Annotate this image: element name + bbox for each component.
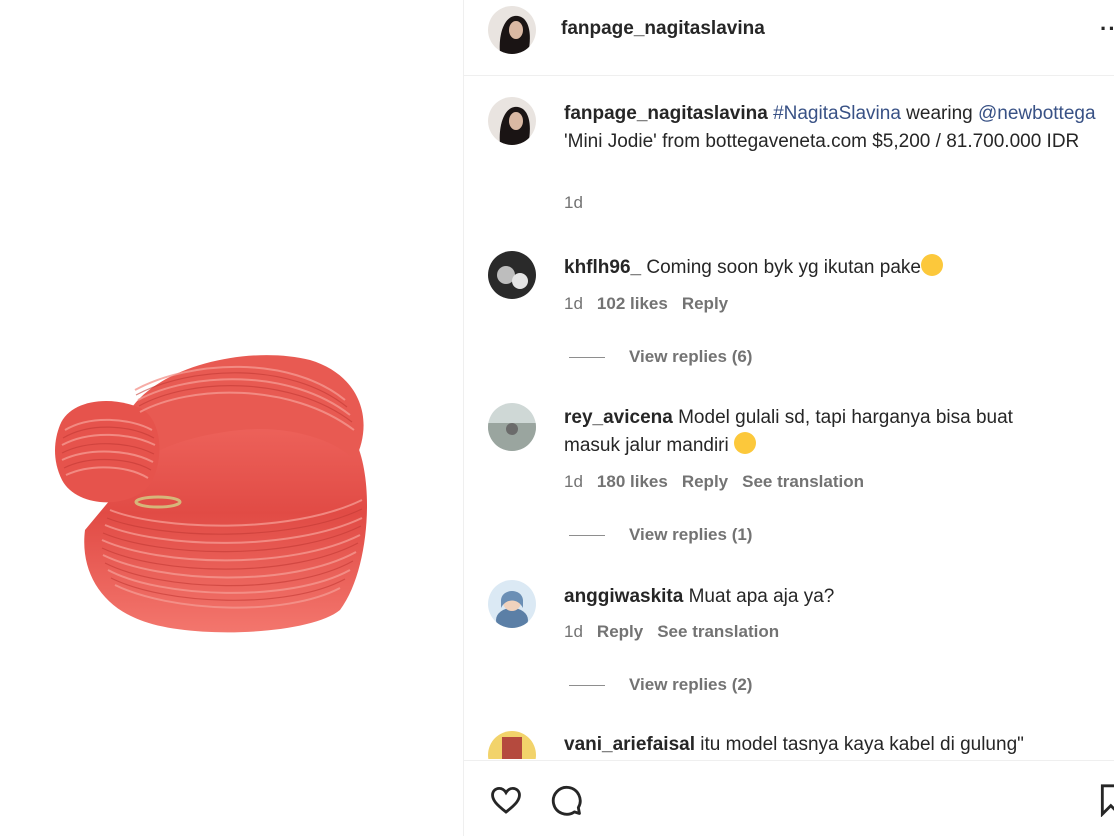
comment-meta: 1d 180 likes Reply See translation <box>564 472 878 492</box>
comment-text: vani_ariefaisal itu model tasnya kaya ka… <box>564 731 1114 759</box>
caption-mention[interactable]: @newbottega <box>978 103 1096 124</box>
caption-text-part: wearing <box>900 103 978 124</box>
author-avatar[interactable] <box>488 6 536 54</box>
commenter-avatar[interactable] <box>488 403 536 451</box>
reply-button[interactable]: Reply <box>597 622 643 641</box>
view-replies-button[interactable]: View replies (2) <box>569 675 752 695</box>
bookmark-icon[interactable] <box>1098 783 1114 817</box>
caption-hashtag[interactable]: #NagitaSlavina <box>773 103 901 124</box>
view-replies-label: View replies (2) <box>629 675 753 694</box>
comment-time[interactable]: 1d <box>564 294 583 313</box>
post-image-red-bag <box>55 355 367 633</box>
commenter-username[interactable]: rey_avicena <box>564 407 673 428</box>
commenter-avatar[interactable] <box>488 580 536 628</box>
commenter-username[interactable]: vani_ariefaisal <box>564 734 695 755</box>
caption-time[interactable]: 1d <box>564 193 583 212</box>
view-replies-button[interactable]: View replies (1) <box>569 525 752 545</box>
reply-button[interactable]: Reply <box>682 472 728 491</box>
view-replies-label: View replies (6) <box>629 347 753 366</box>
laughing-emoji-icon <box>920 254 943 276</box>
post-media[interactable] <box>0 0 463 836</box>
comment-icon[interactable] <box>548 783 584 817</box>
commenter-username[interactable]: khflh96_ <box>564 257 641 278</box>
caption-text-part: 'Mini Jodie' from bottegaveneta.com $5,2… <box>564 131 1080 152</box>
comment-meta: 1d 102 likes Reply <box>564 294 742 314</box>
caption-username[interactable]: fanpage_nagitaslavina <box>564 103 768 124</box>
comments-list[interactable]: fanpage_nagitaslavina #NagitaSlavina wea… <box>464 77 1114 759</box>
view-replies-button[interactable]: View replies (6) <box>569 347 752 367</box>
comment-time[interactable]: 1d <box>564 622 583 641</box>
comment-time[interactable]: 1d <box>564 472 583 491</box>
replies-divider <box>569 685 605 687</box>
commenter-username[interactable]: anggiwaskita <box>564 586 683 607</box>
author-username[interactable]: fanpage_nagitaslavina <box>561 18 765 40</box>
replies-divider <box>569 535 605 537</box>
comment-body: Coming soon byk yg ikutan pake <box>646 257 921 278</box>
commenter-avatar[interactable] <box>488 251 536 299</box>
post-header: fanpage_nagitaslavina ·· <box>464 0 1114 76</box>
comment-likes[interactable]: 180 likes <box>597 472 668 491</box>
post-panel: fanpage_nagitaslavina ·· fanpage_nagitas… <box>463 0 1114 836</box>
replies-divider <box>569 357 605 359</box>
comment-text: rey_avicena Model gulali sd, tapi hargan… <box>564 404 1064 460</box>
heart-icon[interactable] <box>488 783 524 817</box>
see-translation-button[interactable]: See translation <box>742 472 864 491</box>
more-options-icon[interactable]: ·· <box>1100 16 1114 42</box>
caption-text: fanpage_nagitaslavina #NagitaSlavina wea… <box>564 100 1114 156</box>
comment-text: anggiwaskita Muat apa aja ya? <box>564 583 1114 611</box>
caption-meta: 1d <box>564 193 597 213</box>
commenter-avatar[interactable] <box>488 731 536 759</box>
comment-likes[interactable]: 102 likes <box>597 294 668 313</box>
reply-button[interactable]: Reply <box>682 294 728 313</box>
comment-meta: 1d Reply See translation <box>564 622 793 642</box>
comment-body: itu model tasnya kaya kabel di gulung" <box>700 734 1024 755</box>
view-replies-label: View replies (1) <box>629 525 753 544</box>
see-translation-button[interactable]: See translation <box>657 622 779 641</box>
comment-body: Muat apa aja ya? <box>688 586 835 607</box>
caption-avatar[interactable] <box>488 97 536 145</box>
action-bar <box>464 760 1114 836</box>
comment-text: khflh96_ Coming soon byk yg ikutan pake <box>564 254 1114 282</box>
crying-emoji-icon <box>734 432 757 454</box>
